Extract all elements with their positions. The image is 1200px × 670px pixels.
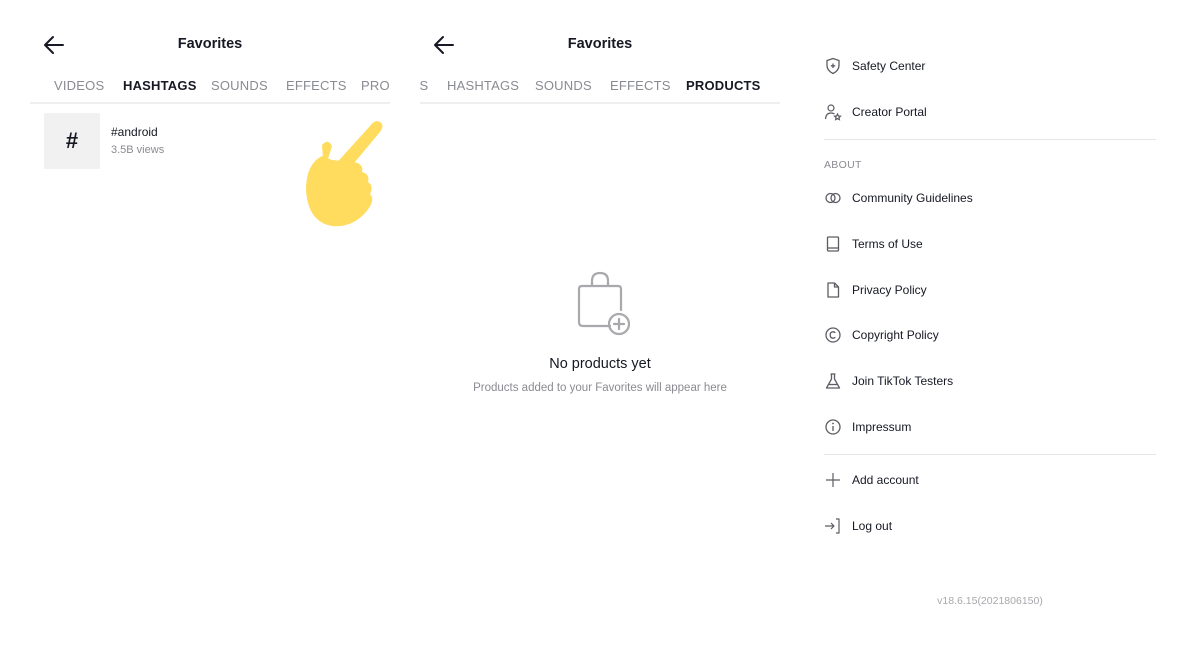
empty-state-title: No products yet [549,356,651,372]
tab-videos[interactable]: VIDEOS [420,78,428,93]
menu-item-terms-of-use[interactable]: Terms of Use [824,233,1156,257]
shield-plus-icon [826,57,840,75]
tab-products[interactable]: PRODUCTS [686,78,761,93]
menu-item-add-account[interactable]: Add account [824,469,1156,493]
page-title: Favorites [177,36,243,52]
menu-item-copyright-policy[interactable]: Copyright Policy [824,324,1156,348]
tab-sounds[interactable]: SOUNDS [211,78,268,93]
menu-label: Copyright Policy [852,328,939,342]
shopping-bag-add-icon [577,271,630,336]
menu-item-log-out[interactable]: Log out [824,515,1156,539]
tab-effects[interactable]: EFFECTS [610,78,671,93]
menu-label: Community Guidelines [852,191,973,205]
menu-item-community-guidelines[interactable]: Community Guidelines [824,187,1156,211]
logout-icon [825,518,840,534]
page-title: Favorites [567,36,633,52]
menu-item-privacy-policy[interactable]: Privacy Policy [824,279,1156,303]
active-tab-indicator [675,102,766,104]
tab-effects[interactable]: EFFECTS [286,78,347,93]
header: Favorites [30,30,390,60]
app-version: v18.6.15(2021806150) [937,595,1043,607]
book-icon [826,236,840,252]
header: Favorites [420,30,780,60]
menu-label: Terms of Use [852,237,923,251]
empty-state-subtitle: Products added to your Favorites will ap… [473,382,727,394]
menu-item-join-tiktok-testers[interactable]: Join TikTok Testers [824,370,1156,394]
menu-item-creator-portal[interactable]: Creator Portal [824,101,1156,125]
tab-videos[interactable]: VIDEOS [54,78,104,93]
menu-label: Join TikTok Testers [852,374,954,388]
active-tab-indicator [112,102,200,104]
menu-label: Creator Portal [852,105,927,119]
tab-bar: VIDEOS HASHTAGS SOUNDS EFFECTS PRODUCTS [420,74,780,104]
favorites-hashtags-panel: Favorites VIDEOS HASHTAGS SOUNDS EFFECTS… [30,0,390,670]
tab-products[interactable]: PRODUCTS [361,78,390,93]
menu-item-safety-center[interactable]: Safety Center [824,55,1156,79]
section-label-about: ABOUT [824,159,862,171]
tab-bar: VIDEOS HASHTAGS SOUNDS EFFECTS PRODUCTS [30,74,390,104]
menu-label: Privacy Policy [852,283,927,297]
menu-item-impressum[interactable]: Impressum [824,416,1156,440]
menu-label: Log out [852,519,893,533]
tab-hashtags[interactable]: HASHTAGS [123,78,197,93]
empty-state: No products yet Products added to your F… [420,270,780,394]
favorites-products-panel: Favorites VIDEOS HASHTAGS SOUNDS EFFECTS… [420,0,780,670]
plus-icon [826,473,840,487]
divider [824,454,1156,455]
menu-label: Impressum [852,420,912,434]
creator-user-icon [824,104,842,121]
copyright-icon [825,327,841,343]
pointing-hand-icon [306,121,383,227]
flask-icon [825,373,841,389]
menu-label: Add account [852,473,919,487]
hashtag-views: 3.5B views [111,144,165,156]
tab-sounds[interactable]: SOUNDS [535,78,592,93]
divider [824,139,1156,140]
document-icon [827,282,840,298]
rings-icon [825,192,841,204]
info-icon [825,419,841,435]
tab-hashtags[interactable]: HASHTAGS [447,78,519,93]
hashtag-icon: # [44,113,100,169]
menu-label: Safety Center [852,59,926,73]
hashtag-name: #android [111,125,158,139]
settings-panel: Safety Center Creator Portal ABOUT Commu… [824,0,1156,670]
